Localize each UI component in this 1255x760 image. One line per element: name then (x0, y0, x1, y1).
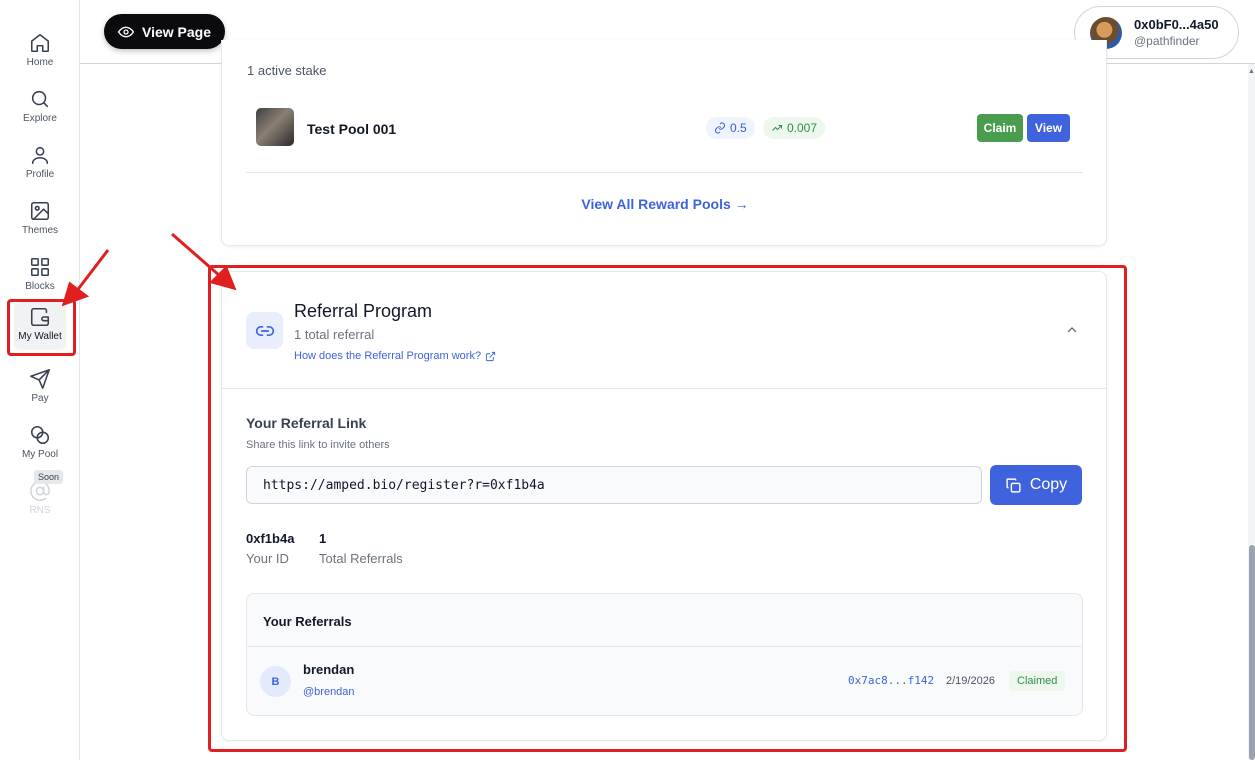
referral-address[interactable]: 0x7ac8...f142 (848, 674, 934, 687)
stat-total-referrals: 1 Total Referrals (319, 531, 403, 566)
view-all-reward-pools-link[interactable]: View All Reward Pools → (222, 196, 1108, 212)
app-window: Home Explore Profile Themes Blocks My Wa… (0, 0, 1255, 760)
referral-date: 2/19/2026 (946, 675, 995, 687)
image-icon (30, 201, 50, 221)
copy-button[interactable]: Copy (990, 465, 1082, 505)
stakes-card: 1 active stake Test Pool 001 0.5 0.007 C… (221, 40, 1107, 246)
referral-handle[interactable]: @brendan (303, 686, 355, 698)
stat-value: 0xf1b4a (246, 531, 295, 546)
user-icon (31, 146, 49, 165)
sidebar-item-home[interactable]: Home (0, 28, 80, 80)
stat-label: Total Referrals (319, 551, 403, 566)
wallet-icon (30, 307, 50, 327)
referral-link-field[interactable]: https://amped.bio/register?r=0xf1b4a (246, 466, 982, 504)
coins-icon (30, 425, 50, 445)
home-icon (30, 33, 50, 53)
sidebar-item-label: My Wallet (18, 331, 62, 342)
referral-name: brendan (303, 662, 355, 677)
chevron-up-icon (1067, 327, 1077, 333)
scrollbar-thumb[interactable] (1249, 545, 1255, 760)
list-item[interactable]: B brendan @brendan 0x7ac8...f142 2/19/20… (247, 647, 1082, 715)
stat-label: Your ID (246, 551, 289, 566)
copy-icon (1006, 477, 1021, 493)
divider (246, 172, 1083, 173)
link-icon (255, 325, 274, 336)
link-icon (715, 122, 725, 134)
referral-icon-box (246, 312, 283, 349)
send-icon (30, 369, 50, 389)
collapse-button[interactable] (1064, 322, 1080, 338)
sidebar-item-pay[interactable]: Pay (0, 364, 80, 416)
soon-badge: Soon (34, 470, 64, 484)
view-page-button[interactable]: View Page (104, 14, 225, 49)
referral-title: Referral Program (294, 301, 433, 321)
account-info: 0x0bF0...4a50 @pathfinder (1134, 17, 1219, 48)
sidebar-item-label: My Pool (21, 449, 59, 460)
sidebar-item-blocks[interactable]: Blocks (0, 252, 80, 304)
sidebar-item-profile[interactable]: Profile (0, 140, 80, 192)
pool-row[interactable]: Test Pool 001 0.5 0.007 Claim View (246, 104, 1083, 150)
pool-thumbnail (256, 108, 294, 146)
referrals-list: Your Referrals B brendan @brendan 0x7ac8… (246, 593, 1083, 716)
view-page-label: View Page (141, 23, 211, 40)
eye-icon (117, 26, 134, 37)
sidebar-item-label: Home (26, 57, 54, 68)
copy-label: Copy (1029, 476, 1068, 493)
claim-button[interactable]: Claim (977, 114, 1023, 142)
active-indicator: My Wallet (14, 302, 66, 350)
pool-name: Test Pool 001 (307, 121, 397, 137)
account-handle: @pathfinder (1134, 34, 1200, 48)
sidebar-item-my-wallet[interactable]: My Wallet (0, 302, 80, 354)
referral-link-heading: Your Referral Link (246, 415, 367, 431)
sidebar-item-explore[interactable]: Explore (0, 84, 80, 136)
referral-help-link[interactable]: How does the Referral Program work? (294, 350, 496, 362)
stake-amount: 0.5 (730, 121, 747, 135)
referral-count: 1 total referral (294, 327, 375, 342)
sidebar-item-my-pool[interactable]: My Pool (0, 420, 80, 472)
sidebar-item-label: Themes (21, 225, 59, 236)
rewards-amount: 0.007 (787, 121, 818, 135)
active-stake-count: 1 active stake (247, 63, 327, 78)
search-icon (31, 90, 49, 108)
scroll-up-icon[interactable]: ▲ (1248, 68, 1255, 75)
stat-your-id: 0xf1b4a Your ID (246, 531, 294, 566)
sidebar-item-label: Explore (23, 113, 57, 124)
sidebar-item-themes[interactable]: Themes (0, 196, 80, 248)
referral-program-card: Referral Program 1 total referral How do… (221, 271, 1107, 741)
sidebar: Home Explore Profile Themes Blocks My Wa… (0, 0, 80, 760)
external-link-icon (485, 351, 496, 361)
trending-up-icon (772, 125, 782, 131)
grid-icon (30, 257, 50, 277)
sidebar-item-rns: RNS Soon (0, 470, 80, 528)
referral-help-label: How does the Referral Program work? (294, 350, 482, 362)
view-pool-button[interactable]: View (1027, 114, 1070, 142)
sidebar-item-label: Blocks (25, 281, 55, 292)
stake-amount-badge: 0.5 (706, 117, 755, 139)
account-address: 0x0bF0...4a50 (1134, 17, 1219, 32)
sidebar-item-label: RNS (29, 505, 51, 516)
rewards-badge: 0.007 (763, 117, 826, 139)
sidebar-item-label: Pay (31, 393, 49, 404)
divider (222, 388, 1106, 389)
referrals-heading: Your Referrals (247, 594, 1082, 647)
status-badge: Claimed (1009, 671, 1066, 691)
stat-value: 1 (319, 531, 327, 546)
sidebar-item-label: Profile (25, 169, 55, 180)
referral-link-subheading: Share this link to invite others (246, 439, 390, 451)
avatar: B (260, 666, 291, 697)
